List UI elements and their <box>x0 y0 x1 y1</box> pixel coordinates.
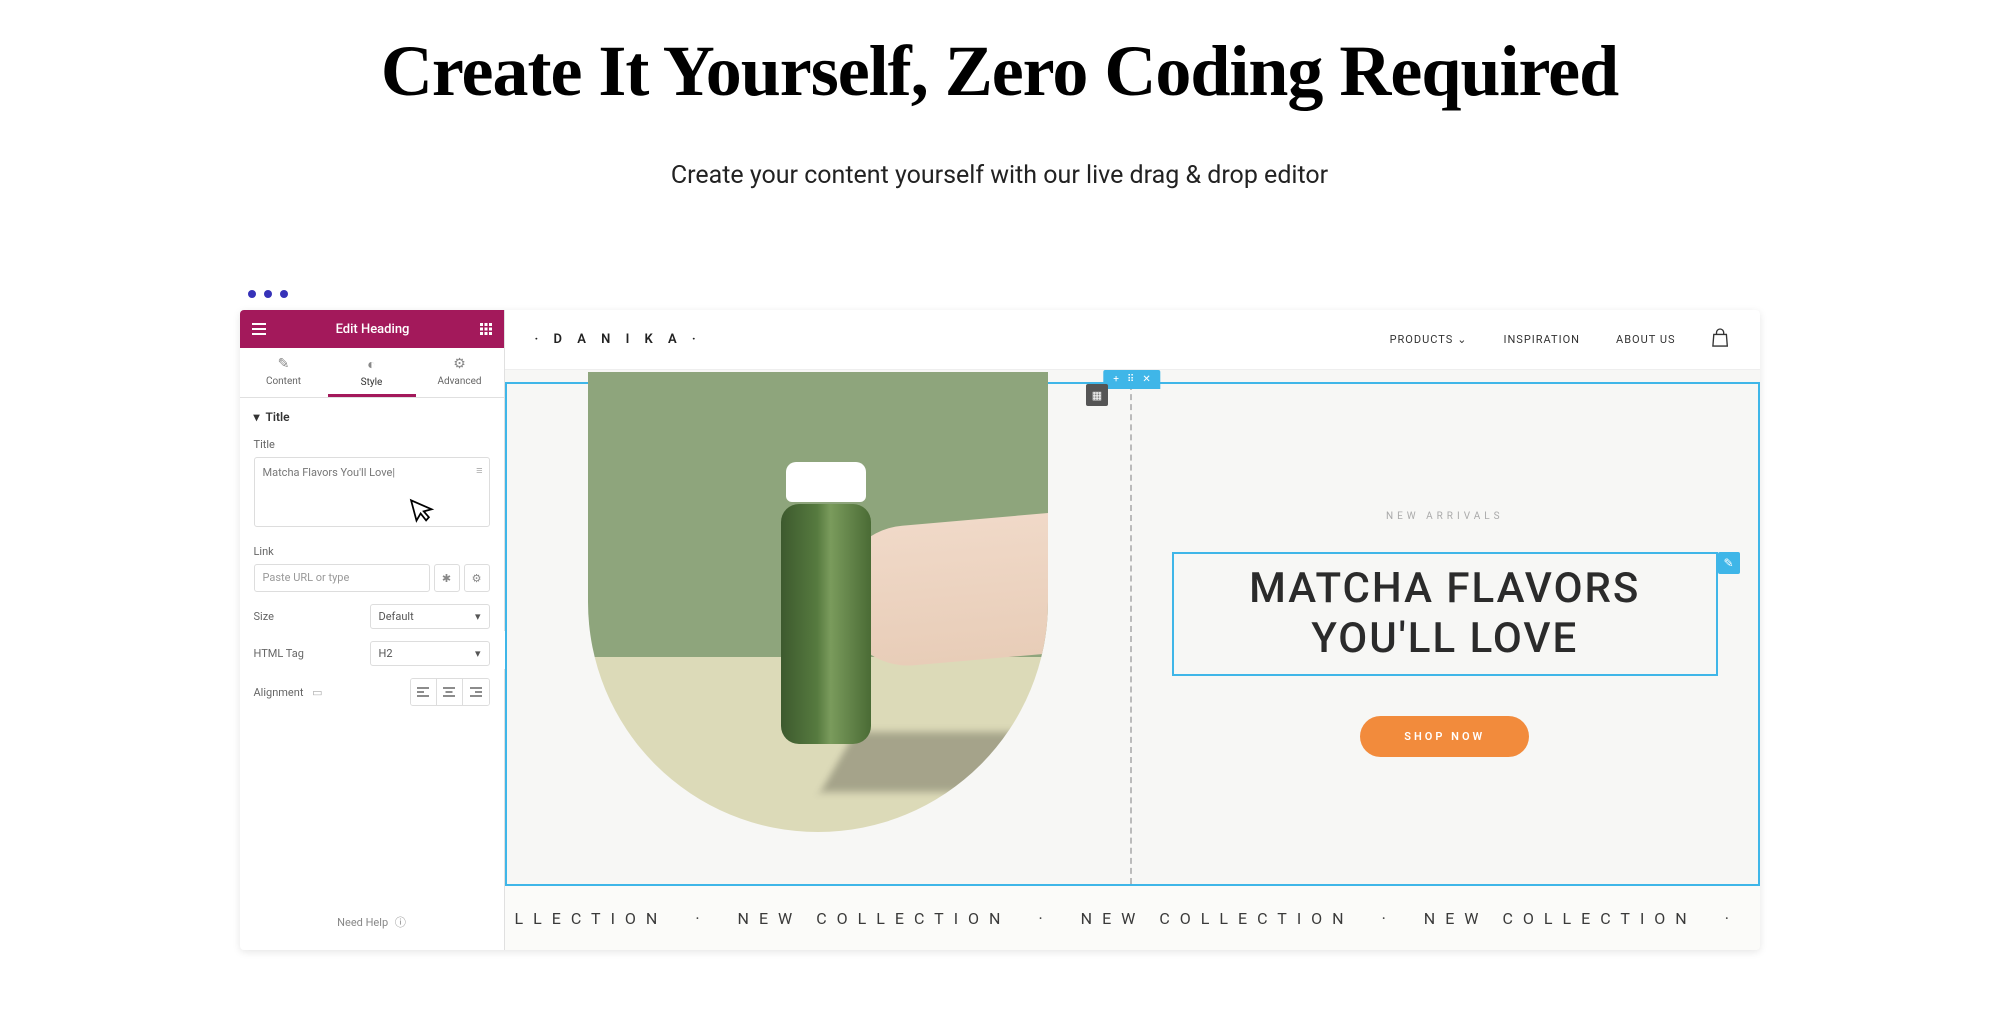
alignment-label: Alignment ▭ <box>254 686 323 699</box>
title-value: Matcha Flavors You'll Love| <box>263 466 396 479</box>
chevron-down-icon: ⌄ <box>1457 333 1467 346</box>
editor-sidebar: Edit Heading ✎ Content ◐ Style ⚙ Advance… <box>240 310 505 950</box>
title-field-label: Title <box>254 438 490 451</box>
shopping-bag-icon[interactable] <box>1712 328 1730 352</box>
tab-content-label: Content <box>266 376 301 387</box>
site-header: · D A N I K A · PRODUCTS ⌄ INSPIRATION A… <box>505 310 1760 370</box>
link-input[interactable]: Paste URL or type <box>254 564 430 592</box>
product-image-placeholder <box>588 372 1048 832</box>
link-dynamic-button[interactable]: ✱ <box>434 564 460 592</box>
canvas-column-left[interactable] <box>507 384 1133 884</box>
title-textarea[interactable]: Matcha Flavors You'll Love| ≡ <box>254 457 490 527</box>
tab-advanced-label: Advanced <box>437 376 481 387</box>
editor-frame: Edit Heading ✎ Content ◐ Style ⚙ Advance… <box>240 310 1760 950</box>
preview-canvas: · D A N I K A · PRODUCTS ⌄ INSPIRATION A… <box>505 310 1760 950</box>
pencil-icon: ✎ <box>240 356 328 372</box>
shop-now-button[interactable]: SHOP NOW <box>1360 716 1529 757</box>
sidebar-tabs: ✎ Content ◐ Style ⚙ Advanced <box>240 348 504 398</box>
drag-icon[interactable]: ⠿ <box>1127 374 1134 385</box>
sidebar-panel: ▾ Title Title Matcha Flavors You'll Love… <box>240 398 504 730</box>
responsive-icon: ▭ <box>312 686 322 699</box>
window-traffic-lights <box>248 290 1760 298</box>
eyebrow-text: NEW ARRIVALS <box>1386 511 1504 522</box>
gear-icon: ⚙ <box>416 356 504 372</box>
tab-style-label: Style <box>361 377 383 388</box>
page-title: Create It Yourself, Zero Coding Required <box>0 30 1999 113</box>
column-handle-icon[interactable]: ▦ <box>1086 384 1108 406</box>
page-subtitle: Create your content yourself with our li… <box>0 161 1999 190</box>
link-options-button[interactable]: ⚙ <box>464 564 490 592</box>
caret-down-icon: ▾ <box>254 410 260 424</box>
chevron-down-icon: ▾ <box>475 610 481 623</box>
plus-icon[interactable]: + <box>1113 374 1119 385</box>
heading-text: MATCHA FLAVORS YOU'LL LOVE <box>1204 564 1686 665</box>
editor-demo-wrap: Edit Heading ✎ Content ◐ Style ⚙ Advance… <box>240 290 1760 950</box>
alignment-buttons <box>410 678 490 706</box>
align-right-button[interactable] <box>463 679 489 705</box>
heading-widget-selected[interactable]: MATCHA FLAVORS YOU'LL LOVE ✎ <box>1172 552 1718 677</box>
hamburger-icon[interactable] <box>252 323 266 335</box>
edit-widget-icon[interactable]: ✎ <box>1718 552 1740 574</box>
align-center-button[interactable] <box>437 679 463 705</box>
section-header-title[interactable]: ▾ Title <box>254 410 490 424</box>
html-tag-label: HTML Tag <box>254 647 304 660</box>
marquee-strip: LLECTION · NEW COLLECTION · NEW COLLECTI… <box>505 886 1760 950</box>
dynamic-tags-icon[interactable]: ≡ <box>476 464 482 477</box>
tab-advanced[interactable]: ⚙ Advanced <box>416 348 504 397</box>
sidebar-header: Edit Heading <box>240 310 504 348</box>
size-select[interactable]: Default ▾ <box>370 604 490 629</box>
chevron-down-icon: ▾ <box>475 647 481 660</box>
html-tag-select[interactable]: H2 ▾ <box>370 641 490 666</box>
align-left-button[interactable] <box>411 679 437 705</box>
close-icon[interactable]: ✕ <box>1142 374 1150 385</box>
need-help-link[interactable]: Need Help ⓘ <box>240 894 504 950</box>
site-nav: PRODUCTS ⌄ INSPIRATION ABOUT US <box>1390 328 1730 352</box>
tab-content[interactable]: ✎ Content <box>240 348 328 397</box>
hero-section: Create It Yourself, Zero Coding Required… <box>0 0 1999 190</box>
site-brand[interactable]: · D A N I K A · <box>535 332 702 347</box>
link-field-label: Link <box>254 545 490 558</box>
size-label: Size <box>254 610 274 623</box>
nav-about[interactable]: ABOUT US <box>1616 333 1675 346</box>
tab-style[interactable]: ◐ Style <box>328 348 416 397</box>
nav-products[interactable]: PRODUCTS ⌄ <box>1390 333 1468 346</box>
help-icon: ⓘ <box>395 916 406 929</box>
canvas-section[interactable]: NEW ARRIVALS MATCHA FLAVORS YOU'LL LOVE … <box>505 382 1760 886</box>
grid-icon[interactable] <box>480 323 492 335</box>
sidebar-title: Edit Heading <box>266 322 480 337</box>
contrast-icon: ◐ <box>328 356 416 373</box>
nav-inspiration[interactable]: INSPIRATION <box>1503 333 1580 346</box>
canvas-column-right[interactable]: NEW ARRIVALS MATCHA FLAVORS YOU'LL LOVE … <box>1132 384 1758 884</box>
section-toolbar[interactable]: + ⠿ ✕ <box>1103 370 1160 389</box>
